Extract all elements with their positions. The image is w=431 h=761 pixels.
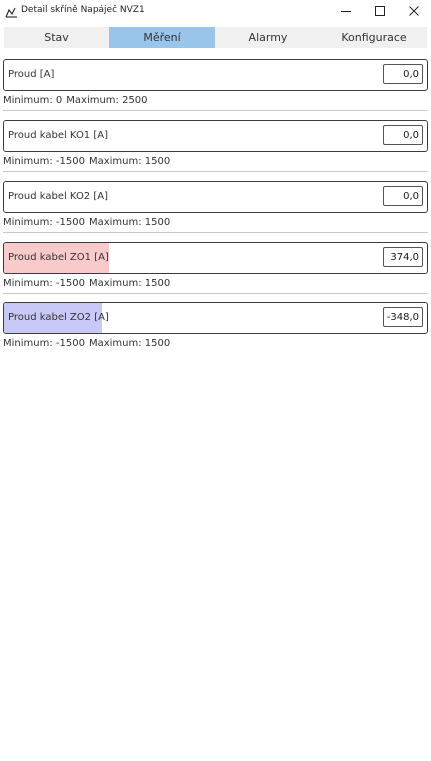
- minimum-text: Minimum: -1500: [3, 156, 85, 167]
- minimum-text: Minimum: -1500: [3, 338, 85, 349]
- maximum-text: Maximum: 1500: [88, 217, 171, 228]
- measurement-kabel-ko1: Proud kabel KO1 [A] 0,0 Minimum: -1500 Ma…: [3, 120, 428, 169]
- measurement-bar: Proud kabel ZO1 [A] 374,0: [3, 242, 428, 274]
- measurement-proud: Proud [A] 0,0 Minimum: 0 Maximum: 2500: [3, 59, 428, 108]
- measurement-label: Proud kabel KO2 [A]: [8, 191, 108, 202]
- minimize-button[interactable]: [328, 0, 364, 22]
- value-field[interactable]: 374,0: [383, 247, 423, 267]
- measurement-label: Proud [A]: [8, 69, 55, 80]
- range-text: Minimum: 0 Maximum: 2500: [3, 94, 428, 108]
- title-bar: Detail skříně Napáječ NVZ1: [0, 0, 431, 22]
- measurement-kabel-zo1: Proud kabel ZO1 [A] 374,0 Minimum: -1500…: [3, 242, 428, 291]
- divider: [3, 232, 428, 233]
- window-title: Detail skříně Napáječ NVZ1: [21, 5, 145, 15]
- cabinet-icon: [5, 4, 18, 18]
- measurement-label: Proud kabel ZO1 [A]: [8, 252, 109, 263]
- divider: [3, 171, 428, 172]
- close-icon: [409, 6, 419, 16]
- value-field[interactable]: 0,0: [383, 64, 423, 84]
- minimum-text: Minimum: -1500: [3, 278, 85, 289]
- tab-stav[interactable]: Stav: [4, 27, 109, 48]
- divider: [3, 293, 428, 294]
- value-field[interactable]: 0,0: [383, 186, 423, 206]
- minimum-text: Minimum: -1500: [3, 217, 85, 228]
- range-text: Minimum: -1500 Maximum: 1500: [3, 216, 428, 230]
- tab-mereni[interactable]: Měření: [109, 27, 215, 48]
- measurement-bar: Proud [A] 0,0: [3, 59, 428, 91]
- maximum-text: Maximum: 1500: [88, 338, 171, 349]
- maximum-text: Maximum: 1500: [88, 156, 171, 167]
- tab-konfigurace[interactable]: Konfigurace: [321, 27, 427, 48]
- measurement-bar: Proud kabel KO2 [A] 0,0: [3, 181, 428, 213]
- maximum-text: Maximum: 1500: [88, 278, 171, 289]
- range-text: Minimum: -1500 Maximum: 1500: [3, 337, 428, 351]
- maximize-icon: [375, 6, 385, 16]
- maximum-text: Maximum: 2500: [66, 95, 148, 106]
- maximize-button[interactable]: [362, 0, 398, 22]
- minimize-icon: [341, 11, 351, 12]
- tab-bar: Stav Měření Alarmy Konfigurace: [4, 27, 427, 48]
- measurement-kabel-ko2: Proud kabel KO2 [A] 0,0 Minimum: -1500 Ma…: [3, 181, 428, 230]
- value-field[interactable]: -348,0: [383, 307, 423, 327]
- measurement-kabel-zo2: Proud kabel ZO2 [A] -348,0 Minimum: -150…: [3, 302, 428, 351]
- value-field[interactable]: 0,0: [383, 125, 423, 145]
- range-text: Minimum: -1500 Maximum: 1500: [3, 277, 428, 291]
- minimum-text: Minimum: 0: [3, 95, 63, 106]
- range-text: Minimum: -1500 Maximum: 1500: [3, 155, 428, 169]
- measurement-bar: Proud kabel KO1 [A] 0,0: [3, 120, 428, 152]
- close-button[interactable]: [396, 0, 431, 22]
- measurement-label: Proud kabel ZO2 [A]: [8, 312, 109, 323]
- measurement-bar: Proud kabel ZO2 [A] -348,0: [3, 302, 428, 334]
- divider: [3, 110, 428, 111]
- tab-alarmy[interactable]: Alarmy: [215, 27, 321, 48]
- measurement-label: Proud kabel KO1 [A]: [8, 130, 108, 141]
